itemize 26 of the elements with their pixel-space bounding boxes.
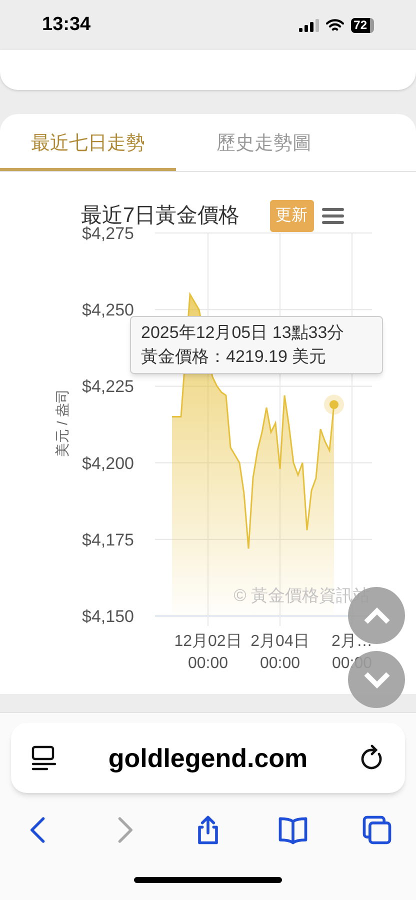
y-axis-label: $4,200 [82, 454, 134, 473]
battery-indicator: 72 [350, 18, 374, 32]
tabs-icon[interactable] [360, 813, 394, 847]
chart-credits: © 黃金價格資訊站 [234, 586, 370, 605]
tooltip-time: 2025年12月05日 13點33分 [141, 322, 346, 344]
tab[interactable]: 歷史走勢圖 [176, 114, 352, 171]
url-text: goldlegend.com [108, 742, 308, 774]
chevron-down-icon [362, 670, 390, 688]
page-menu-icon[interactable] [31, 745, 57, 771]
tab[interactable]: 最近七日走勢 [0, 114, 176, 171]
y-axis-label: $4,225 [82, 377, 134, 396]
hover-marker [324, 394, 344, 415]
wifi-icon [326, 18, 344, 32]
refresh-button[interactable]: 更新 [270, 200, 314, 232]
x-axis-label: 2月04日 00:00 [250, 633, 310, 672]
status-time: 13:34 [42, 12, 91, 37]
x-axis-label: 12月02日 00:00 [174, 633, 242, 672]
menu-icon[interactable] [322, 207, 344, 225]
chevron-up-icon [362, 606, 390, 624]
y-axis-label: $4,250 [82, 300, 134, 320]
y-axis-label: $4,150 [82, 607, 134, 626]
signal-icon [298, 18, 319, 32]
tooltip-price: 黃金價格：4219.19 美元 [141, 346, 328, 368]
y-axis-title: 美元 / 盎司 [54, 389, 70, 457]
address-bar[interactable]: goldlegend.com [11, 723, 405, 793]
y-axis-label: $4,175 [82, 530, 134, 550]
